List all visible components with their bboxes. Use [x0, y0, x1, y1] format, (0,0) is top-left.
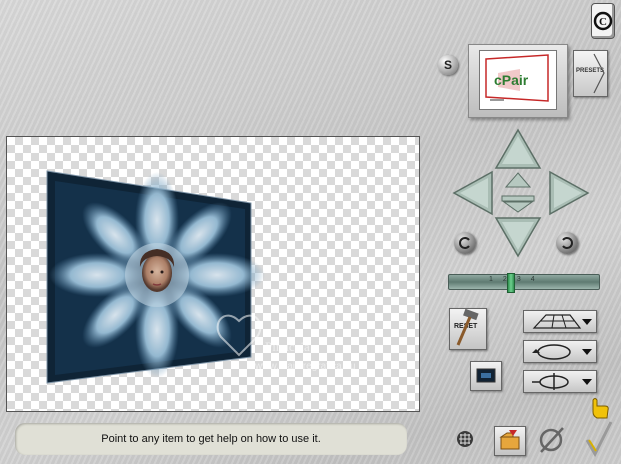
monitor-icon: [476, 368, 496, 383]
preview-canvas[interactable]: Pinuccia www.maidiregrafica.eu: [6, 136, 420, 412]
flip-mode-dropdown[interactable]: [523, 370, 597, 393]
checkmark-icon[interactable]: [583, 418, 615, 458]
preview-image: Pinuccia www.maidiregrafica.eu: [46, 170, 356, 384]
axis-flip-icon: [532, 373, 592, 390]
nudge-down-button[interactable]: [500, 194, 536, 214]
zoom-tick-labels: 1234: [489, 276, 545, 283]
thumbnail-canvas: cPair: [479, 50, 557, 110]
arrow-down-icon: [494, 217, 542, 258]
rotate-ccw-icon: [459, 237, 470, 249]
open-file-button[interactable]: [494, 426, 526, 456]
arrow-up-icon: [494, 128, 542, 169]
nudge-up-button[interactable]: [504, 171, 532, 189]
folder-open-icon: [499, 430, 520, 450]
zoom-slider[interactable]: 1234: [448, 273, 600, 293]
small-arrow-up-icon: [504, 172, 532, 188]
logo-letter: C: [599, 16, 607, 28]
grid-icon[interactable]: [456, 430, 474, 448]
move-right-button[interactable]: [548, 170, 590, 216]
plugin-dialog: C S cPair PRESETS Pinuccia www.maidiregr…: [0, 0, 621, 464]
zoom-slider-thumb[interactable]: [507, 273, 515, 293]
about-logo-button[interactable]: C: [591, 3, 615, 39]
thumbnail-caption: cPair: [494, 72, 529, 88]
help-text: Point to any item to get help on how to …: [101, 433, 321, 445]
presets-button[interactable]: PRESETS: [573, 50, 608, 97]
rotate-right-button[interactable]: [556, 232, 578, 254]
rotate-left-button[interactable]: [454, 232, 476, 254]
preset-thumbnail[interactable]: cPair: [468, 44, 568, 118]
reset-button[interactable]: RESET: [449, 308, 487, 350]
move-left-button[interactable]: [452, 170, 494, 216]
move-down-button[interactable]: [494, 216, 542, 258]
s-button-label: S: [443, 58, 452, 72]
watermark-line2: www.maidiregrafica.eu: [254, 361, 356, 372]
status-bar: Point to any item to get help on how to …: [15, 423, 407, 455]
circle-arrows-icon: [532, 344, 592, 360]
copyright-c-icon: C: [593, 11, 613, 31]
small-arrow-down-icon: [501, 195, 535, 213]
hammer-icon: [456, 309, 479, 346]
s-button[interactable]: S: [438, 55, 458, 75]
rotation-mode-dropdown[interactable]: [523, 340, 597, 363]
tile-mode-dropdown[interactable]: [523, 310, 597, 333]
rotate-cw-icon: [562, 237, 573, 249]
move-up-button[interactable]: [494, 128, 542, 170]
cancel-icon[interactable]: [537, 424, 567, 456]
arrow-right-icon: [549, 170, 590, 216]
arrow-left-icon: [452, 170, 493, 216]
watermark-line1: Pinuccia: [265, 339, 310, 354]
grid-perspective-icon: [532, 314, 592, 329]
background-color-button[interactable]: [470, 361, 502, 391]
